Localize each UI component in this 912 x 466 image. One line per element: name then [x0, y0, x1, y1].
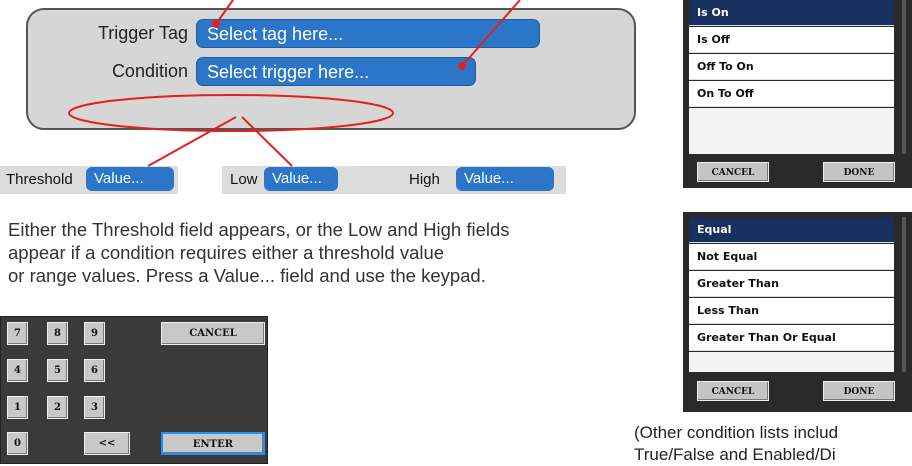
comparison-condition-list: Equal Not Equal Greater Than Less Than G… [683, 212, 912, 412]
key-4[interactable]: 4 [7, 359, 28, 382]
enter-button[interactable]: ENTER [161, 432, 265, 455]
arrow-dot-tag [212, 20, 220, 28]
arrow-to-low [241, 116, 293, 167]
key-8[interactable]: 8 [47, 322, 68, 345]
key-0[interactable]: 0 [7, 432, 28, 455]
cancel-button[interactable]: CANCEL [697, 381, 769, 401]
key-1[interactable]: 1 [7, 396, 28, 419]
list-scrollbar[interactable] [902, 217, 906, 372]
done-button[interactable]: DONE [823, 162, 895, 182]
key-9[interactable]: 9 [84, 322, 105, 345]
list-item-greater-than[interactable]: Greater Than [689, 271, 894, 297]
footnote-line: True/False and Enabled/Di [634, 445, 836, 464]
cancel-button[interactable]: CANCEL [697, 162, 769, 182]
list-item-off-to-on[interactable]: Off To On [689, 54, 894, 80]
cancel-button[interactable]: CANCEL [161, 322, 265, 345]
backspace-key[interactable]: << [84, 432, 130, 455]
list-item-greater-than-or-equal[interactable]: Greater Than Or Equal [689, 325, 894, 351]
key-6[interactable]: 6 [84, 359, 105, 382]
list-empty-area [689, 108, 894, 154]
list-item-equal[interactable]: Equal [689, 217, 894, 243]
list-item-on-to-off[interactable]: On To Off [689, 81, 894, 107]
list-item-less-than[interactable]: Less Than [689, 298, 894, 324]
arrow-to-condition-select [461, 0, 521, 67]
key-7[interactable]: 7 [7, 322, 28, 345]
list-empty-area [689, 352, 894, 372]
key-3[interactable]: 3 [84, 396, 105, 419]
arrow-dot-condition [458, 62, 466, 70]
description-line: Either the Threshold field appears, or t… [8, 219, 510, 240]
list-scrollbar[interactable] [902, 0, 906, 154]
list-item-is-on[interactable]: Is On [689, 0, 894, 26]
done-button[interactable]: DONE [823, 381, 895, 401]
keypad: 7 8 9 CANCEL 4 5 6 1 2 3 0 << ENTER [0, 316, 268, 464]
key-5[interactable]: 5 [47, 359, 68, 382]
value-area-ellipse [68, 94, 394, 132]
description-line: appear if a condition requires either a … [8, 242, 445, 263]
description-line: or range values. Press a Value... field … [8, 265, 486, 286]
description-text: Either the Threshold field appears, or t… [8, 218, 668, 287]
boolean-condition-list: Is On Is Off Off To On On To Off CANCEL … [683, 0, 912, 188]
key-2[interactable]: 2 [47, 396, 68, 419]
arrow-to-tag-select [215, 0, 234, 25]
footnote-text: (Other condition lists includ True/False… [634, 422, 838, 466]
list-item-is-off[interactable]: Is Off [689, 27, 894, 53]
list-item-not-equal[interactable]: Not Equal [689, 244, 894, 270]
arrow-to-threshold [147, 116, 237, 167]
footnote-line: (Other condition lists includ [634, 423, 839, 442]
